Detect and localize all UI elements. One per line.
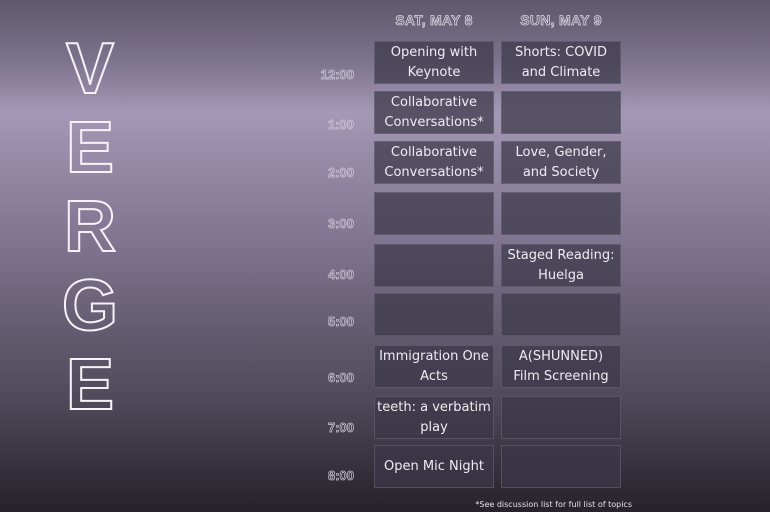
event-slot-sun: Shorts: COVID and Climate: [501, 41, 621, 84]
event-slot-sun: [501, 445, 621, 488]
footnote: *See discussion list for full list of to…: [475, 500, 632, 509]
title-letter: E: [65, 345, 115, 426]
event-slot-sun: A(SHUNNED) Film Screening: [501, 345, 621, 388]
event-slot-sat: [374, 192, 494, 235]
event-slot-sat: Opening with Keynote: [374, 41, 494, 84]
event-slot-sun: Staged Reading: Huelga: [501, 244, 621, 287]
title-letter: E: [65, 108, 115, 189]
time-label: 6:00: [327, 370, 355, 386]
event-slot-sat: Open Mic Night: [374, 445, 494, 488]
event-slot-sat: Collaborative Conversations*: [374, 141, 494, 184]
time-label: 1:00: [327, 117, 355, 133]
event-slot-sun: [501, 293, 621, 336]
title-letter: G: [61, 266, 119, 347]
time-label: 4:00: [327, 267, 355, 283]
time-label: 12:00: [320, 67, 354, 83]
event-slot-sat: Immigration One Acts: [374, 345, 494, 388]
event-slot-sat: Collaborative Conversations*: [374, 91, 494, 134]
event-slot-sun: [501, 91, 621, 134]
day-header-sat: SAT, MAY 8: [395, 12, 473, 29]
title-letter: R: [63, 187, 117, 268]
event-slot-sun: Love, Gender, and Society: [501, 141, 621, 184]
day-header-sun: SUN, MAY 9: [520, 12, 602, 29]
verge-title: V E R G E: [45, 29, 135, 426]
time-label: 2:00: [327, 165, 355, 181]
time-label: 7:00: [327, 420, 355, 436]
time-label: 5:00: [327, 314, 355, 330]
time-label: 3:00: [327, 216, 355, 232]
time-label: 8:00: [327, 468, 355, 484]
event-slot-sun: [501, 396, 621, 439]
event-slot-sun: [501, 192, 621, 235]
event-slot-sat: teeth: a verbatim play: [374, 396, 494, 439]
title-letter: V: [65, 29, 115, 110]
event-slot-sat: [374, 293, 494, 336]
event-slot-sat: [374, 244, 494, 287]
